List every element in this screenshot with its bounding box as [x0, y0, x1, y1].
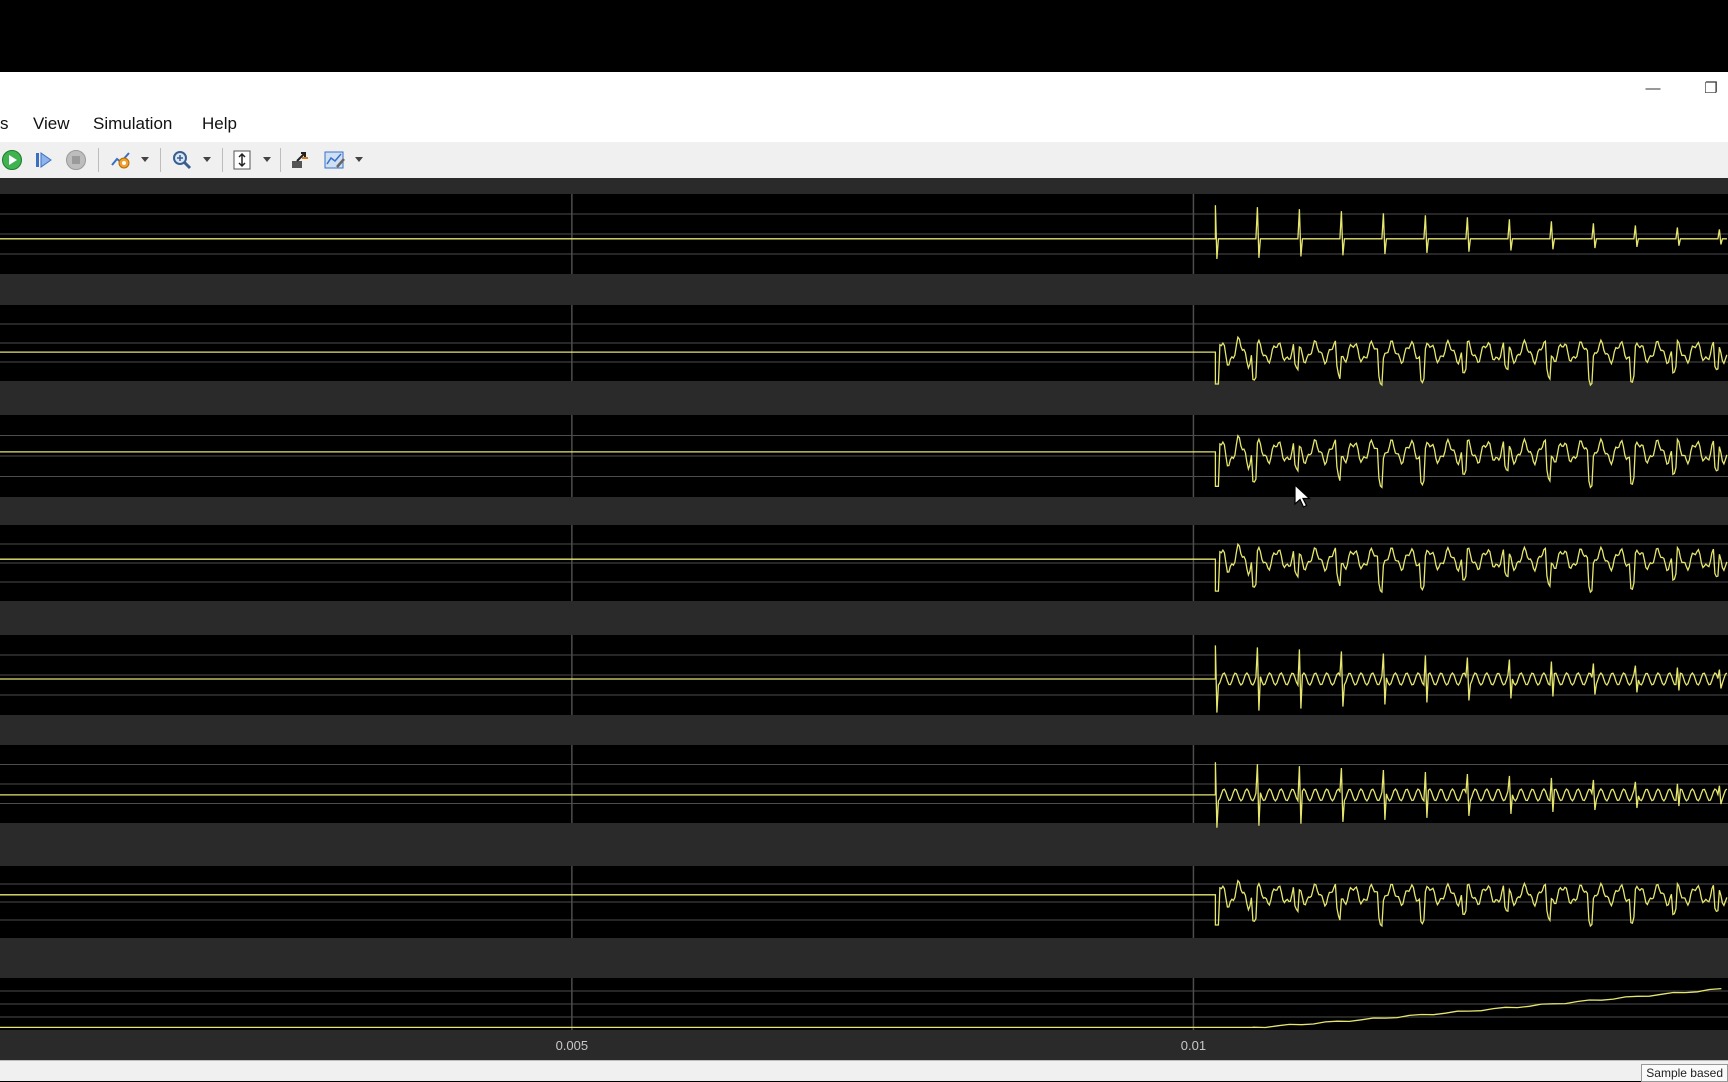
step-forward-icon	[36, 152, 52, 168]
zoom-icon	[173, 151, 192, 170]
scope-display[interactable]: 0.005 0.01	[0, 178, 1728, 1060]
mouse-cursor-icon	[1294, 484, 1312, 508]
x-tick-label: 0.005	[556, 1038, 589, 1053]
menu-item-help[interactable]: Help	[202, 106, 237, 142]
autoscale-button[interactable]	[230, 148, 254, 172]
scope-parameters-icon	[324, 151, 345, 169]
toolbar-separator	[280, 148, 281, 172]
scope-axes-6	[0, 745, 1728, 828]
toolbar	[0, 142, 1728, 179]
scope-axes-1	[0, 194, 1728, 274]
menu-bar: s View Simulation Help	[0, 106, 1728, 143]
scope-axes-3	[0, 415, 1728, 497]
menu-item-view[interactable]: View	[33, 106, 70, 142]
step-forward-button[interactable]	[32, 148, 56, 172]
toolbar-separator	[222, 148, 223, 172]
signal-settings-icon	[111, 152, 130, 169]
stop-button[interactable]	[64, 148, 88, 172]
minimize-button[interactable]: —	[1630, 72, 1676, 106]
chevron-down-icon	[263, 157, 271, 162]
highlight-block-button[interactable]	[288, 148, 312, 172]
chevron-down-icon	[355, 157, 363, 162]
scope-parameters-dropdown[interactable]	[354, 148, 364, 172]
scope-axes-7	[0, 866, 1728, 938]
scope-parameters-button[interactable]	[322, 148, 348, 172]
status-sample-based: Sample based	[1641, 1064, 1728, 1082]
run-icon	[2, 150, 22, 170]
status-bar: Sample based	[0, 1060, 1728, 1082]
menu-item-tools[interactable]: s	[0, 106, 9, 142]
window-title-bar: — ❐	[0, 72, 1728, 106]
stop-icon	[66, 150, 86, 170]
zoom-dropdown[interactable]	[202, 148, 212, 172]
run-button[interactable]	[0, 148, 24, 172]
chevron-down-icon	[203, 157, 211, 162]
restore-icon: ❐	[1704, 80, 1718, 97]
restore-button[interactable]: ❐	[1694, 72, 1728, 106]
autoscale-dropdown[interactable]	[262, 148, 272, 172]
chevron-down-icon	[141, 157, 149, 162]
scope-axes-5	[0, 635, 1728, 715]
scope-axes-2	[0, 305, 1728, 387]
scope-axes-4	[0, 525, 1728, 601]
x-tick-label: 0.01	[1181, 1038, 1206, 1053]
minimize-icon: —	[1645, 80, 1661, 97]
signal-settings-button[interactable]	[108, 148, 134, 172]
toolbar-separator	[98, 148, 99, 172]
signal-settings-dropdown[interactable]	[140, 148, 150, 172]
menu-item-simulation[interactable]: Simulation	[93, 106, 172, 142]
screen-top-black-band	[0, 0, 1728, 72]
scope-axes-8	[0, 978, 1728, 1030]
highlight-simulink-block-icon	[292, 152, 308, 168]
toolbar-separator	[160, 148, 161, 172]
zoom-button[interactable]	[170, 148, 194, 172]
autoscale-icon	[233, 150, 251, 170]
scope-plot-area: 0.005 0.01	[0, 194, 1728, 1053]
